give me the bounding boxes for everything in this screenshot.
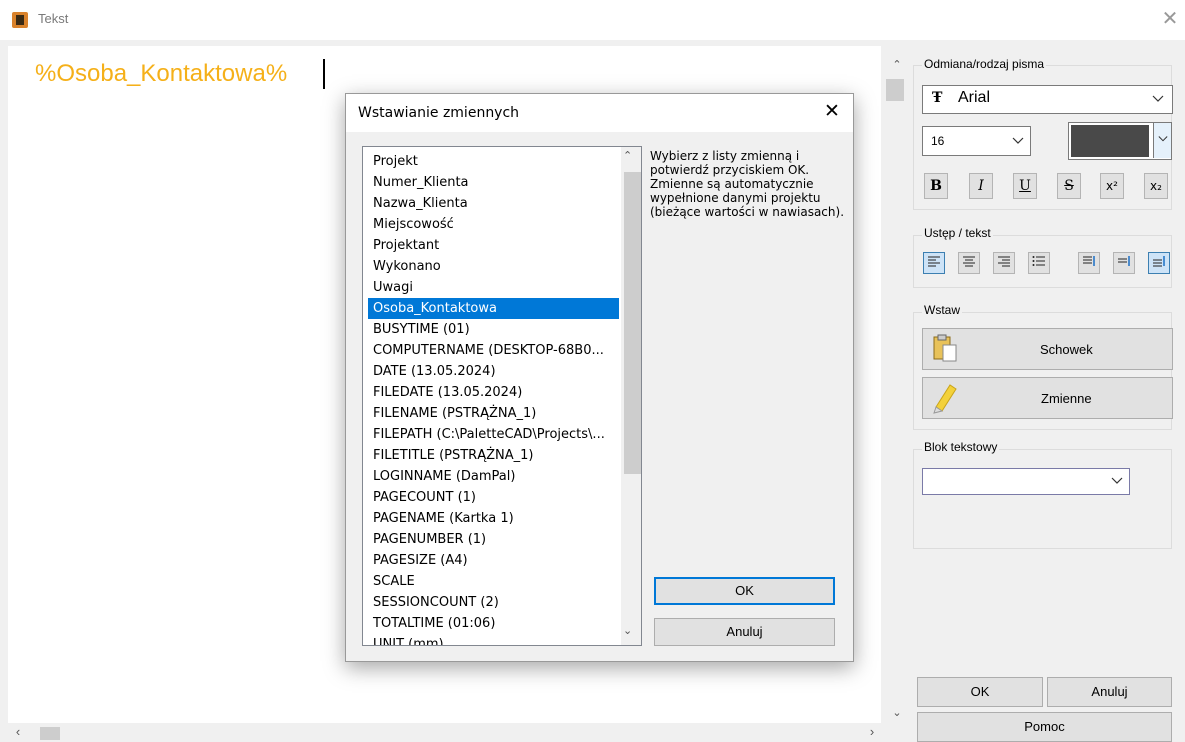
bullet-list-icon xyxy=(1032,256,1045,266)
underline-button[interactable]: U xyxy=(1013,173,1037,199)
variable-list-item[interactable]: Miejscowość xyxy=(368,214,619,235)
variable-list-item[interactable]: FILEDATE (13.05.2024) xyxy=(368,382,619,403)
variable-list-item[interactable]: UNIT (mm) xyxy=(368,634,619,645)
app-icon xyxy=(12,12,28,28)
scroll-up-icon[interactable]: ⌃ xyxy=(885,58,909,72)
variable-list-item[interactable]: Projekt xyxy=(368,151,619,172)
list-scroll-thumb[interactable] xyxy=(624,172,641,474)
variable-list-item[interactable]: BUSYTIME (01) xyxy=(368,319,619,340)
valign-middle-button[interactable] xyxy=(1113,252,1135,274)
variable-list-item[interactable]: TOTALTIME (01:06) xyxy=(368,613,619,634)
text-block-select[interactable] xyxy=(922,468,1130,495)
variable-list-item[interactable]: SESSIONCOUNT (2) xyxy=(368,592,619,613)
italic-button[interactable]: I xyxy=(969,173,993,199)
pencil-icon xyxy=(928,381,958,418)
variable-list-item[interactable]: Numer_Klienta xyxy=(368,172,619,193)
subscript-button[interactable]: x₂ xyxy=(1144,173,1168,199)
truetype-font-icon: Ŧ xyxy=(932,90,943,106)
close-icon[interactable]: ✕ xyxy=(820,99,844,125)
scroll-right-icon[interactable]: › xyxy=(864,724,880,740)
clipboard-icon xyxy=(932,333,958,366)
font-size-value: 16 xyxy=(931,134,945,148)
text-block-group xyxy=(913,449,1172,549)
valign-middle-icon xyxy=(1118,256,1130,266)
align-left-button[interactable] xyxy=(923,252,945,274)
scroll-up-icon[interactable]: ⌃ xyxy=(623,149,632,162)
ok-button[interactable]: OK xyxy=(917,677,1043,707)
variable-list-item[interactable]: Osoba_Kontaktowa xyxy=(368,298,619,319)
scroll-down-icon[interactable]: ⌄ xyxy=(885,706,909,720)
strikethrough-button[interactable]: S xyxy=(1057,173,1081,199)
variables-button-label: Zmienne xyxy=(1041,391,1092,406)
font-color-swatch xyxy=(1071,125,1149,157)
vertical-scrollbar[interactable] xyxy=(884,46,910,723)
dialog-cancel-button[interactable]: Anuluj xyxy=(654,618,835,646)
font-family-value: Arial xyxy=(958,89,991,106)
close-icon[interactable]: ✕ xyxy=(1156,6,1184,34)
chevron-down-icon[interactable] xyxy=(1111,473,1123,488)
help-button[interactable]: Pomoc xyxy=(917,712,1172,742)
bullet-list-button[interactable] xyxy=(1028,252,1050,274)
chevron-down-icon[interactable] xyxy=(1012,133,1024,148)
variable-list-item[interactable]: COMPUTERNAME (DESKTOP-68B0... xyxy=(368,340,619,361)
align-left-icon xyxy=(928,256,940,267)
variable-list-item[interactable]: FILENAME (PSTRĄŻNA_1) xyxy=(368,403,619,424)
bold-button[interactable]: B xyxy=(924,173,948,199)
align-right-button[interactable] xyxy=(993,252,1015,274)
font-group-label: Odmiana/rodzaj pisma xyxy=(922,57,1047,71)
valign-bottom-button[interactable] xyxy=(1148,252,1170,274)
clipboard-button-label: Schowek xyxy=(1040,342,1093,357)
insert-group-label: Wstaw xyxy=(922,303,962,317)
variable-list-item[interactable]: Uwagi xyxy=(368,277,619,298)
variable-list-item[interactable]: PAGECOUNT (1) xyxy=(368,487,619,508)
align-center-icon xyxy=(963,256,975,267)
scroll-down-icon[interactable]: ⌄ xyxy=(623,624,632,637)
variable-list-item[interactable]: PAGESIZE (A4) xyxy=(368,550,619,571)
variable-list-item[interactable]: SCALE xyxy=(368,571,619,592)
dialog-hint-text: Wybierz z listy zmienną i potwierdź przy… xyxy=(650,149,845,219)
align-center-button[interactable] xyxy=(958,252,980,274)
title-bar xyxy=(0,0,1185,40)
chevron-down-icon[interactable] xyxy=(1152,91,1164,106)
cancel-button[interactable]: Anuluj xyxy=(1047,677,1172,707)
editor-text: %Osoba_Kontaktowa% xyxy=(35,60,288,87)
valign-top-button[interactable] xyxy=(1078,252,1100,274)
scroll-left-icon[interactable]: ‹ xyxy=(10,724,26,740)
text-block-group-label: Blok tekstowy xyxy=(922,440,1000,454)
variable-list-item[interactable]: PAGENUMBER (1) xyxy=(368,529,619,550)
window-title: Tekst xyxy=(38,11,69,26)
variable-list-item[interactable]: FILETITLE (PSTRĄŻNA_1) xyxy=(368,445,619,466)
vertical-scroll-thumb[interactable] xyxy=(886,79,904,101)
chevron-down-icon[interactable] xyxy=(1153,123,1171,158)
variable-list-item[interactable]: Projektant xyxy=(368,235,619,256)
valign-bottom-icon xyxy=(1153,256,1165,267)
paragraph-group-label: Ustęp / tekst xyxy=(922,226,993,240)
valign-top-icon xyxy=(1083,256,1095,266)
dialog-ok-button[interactable]: OK xyxy=(654,577,835,605)
variable-list-item[interactable]: FILEPATH (C:\PaletteCAD\Projects\... xyxy=(368,424,619,445)
align-right-icon xyxy=(998,256,1010,267)
variables-list[interactable]: Projekt Numer_Klienta Nazwa_Klienta Miejsco… xyxy=(362,146,642,646)
variable-list-item[interactable]: Wykonano xyxy=(368,256,619,277)
variable-list-item[interactable]: DATE (13.05.2024) xyxy=(368,361,619,382)
variable-list-item[interactable]: LOGINNAME (DamPal) xyxy=(368,466,619,487)
text-caret xyxy=(323,59,325,89)
horizontal-scrollbar[interactable] xyxy=(8,723,881,742)
superscript-button[interactable]: x² xyxy=(1100,173,1124,199)
dialog-title: Wstawianie zmiennych xyxy=(358,105,520,121)
horizontal-scroll-thumb[interactable] xyxy=(40,727,60,740)
variable-list-item[interactable]: Nazwa_Klienta xyxy=(368,193,619,214)
variable-list-item[interactable]: PAGENAME (Kartka 1) xyxy=(368,508,619,529)
